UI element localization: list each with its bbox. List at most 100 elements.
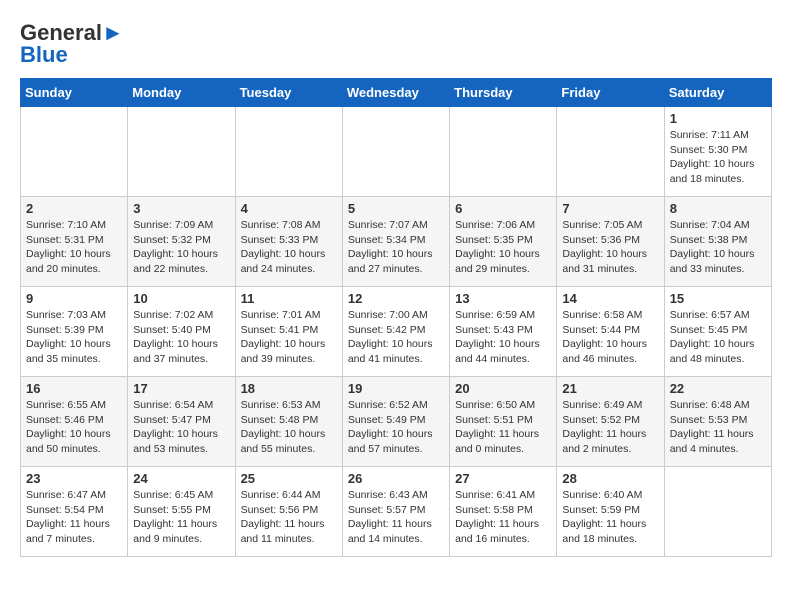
week-row-1: 1 Sunrise: 7:11 AM Sunset: 5:30 PM Daylig… bbox=[21, 107, 772, 197]
day-number: 1 bbox=[670, 111, 766, 126]
calendar-cell: 18 Sunrise: 6:53 AM Sunset: 5:48 PM Dayli… bbox=[235, 377, 342, 467]
day-info: Sunrise: 7:00 AM Sunset: 5:42 PM Dayligh… bbox=[348, 308, 444, 367]
header-saturday: Saturday bbox=[664, 79, 771, 107]
calendar-cell bbox=[450, 107, 557, 197]
day-info: Sunrise: 6:45 AM Sunset: 5:55 PM Dayligh… bbox=[133, 488, 229, 547]
day-info: Sunrise: 7:07 AM Sunset: 5:34 PM Dayligh… bbox=[348, 218, 444, 277]
calendar-cell bbox=[235, 107, 342, 197]
calendar-cell: 15 Sunrise: 6:57 AM Sunset: 5:45 PM Dayli… bbox=[664, 287, 771, 377]
week-row-4: 16 Sunrise: 6:55 AM Sunset: 5:46 PM Dayli… bbox=[21, 377, 772, 467]
calendar-cell: 22 Sunrise: 6:48 AM Sunset: 5:53 PM Dayli… bbox=[664, 377, 771, 467]
day-info: Sunrise: 7:11 AM Sunset: 5:30 PM Dayligh… bbox=[670, 128, 766, 187]
logo: General► Blue bbox=[20, 20, 124, 68]
day-info: Sunrise: 6:58 AM Sunset: 5:44 PM Dayligh… bbox=[562, 308, 658, 367]
day-info: Sunrise: 7:04 AM Sunset: 5:38 PM Dayligh… bbox=[670, 218, 766, 277]
day-number: 14 bbox=[562, 291, 658, 306]
day-number: 13 bbox=[455, 291, 551, 306]
calendar-cell: 9 Sunrise: 7:03 AM Sunset: 5:39 PM Daylig… bbox=[21, 287, 128, 377]
day-info: Sunrise: 6:57 AM Sunset: 5:45 PM Dayligh… bbox=[670, 308, 766, 367]
day-number: 11 bbox=[241, 291, 337, 306]
day-info: Sunrise: 6:44 AM Sunset: 5:56 PM Dayligh… bbox=[241, 488, 337, 547]
day-number: 19 bbox=[348, 381, 444, 396]
calendar-cell: 2 Sunrise: 7:10 AM Sunset: 5:31 PM Daylig… bbox=[21, 197, 128, 287]
day-number: 12 bbox=[348, 291, 444, 306]
day-info: Sunrise: 6:47 AM Sunset: 5:54 PM Dayligh… bbox=[26, 488, 122, 547]
calendar-cell: 17Sunrise: 6:54 AM Sunset: 5:47 PM Dayli… bbox=[128, 377, 235, 467]
calendar-cell: 10Sunrise: 7:02 AM Sunset: 5:40 PM Dayli… bbox=[128, 287, 235, 377]
day-number: 28 bbox=[562, 471, 658, 486]
day-number: 21 bbox=[562, 381, 658, 396]
header: General► Blue bbox=[20, 20, 772, 68]
day-number: 27 bbox=[455, 471, 551, 486]
day-number: 3 bbox=[133, 201, 229, 216]
day-number: 8 bbox=[670, 201, 766, 216]
calendar-cell: 14 Sunrise: 6:58 AM Sunset: 5:44 PM Dayli… bbox=[557, 287, 664, 377]
day-number: 20 bbox=[455, 381, 551, 396]
day-number: 26 bbox=[348, 471, 444, 486]
day-info: Sunrise: 6:50 AM Sunset: 5:51 PM Dayligh… bbox=[455, 398, 551, 457]
day-info: Sunrise: 7:01 AM Sunset: 5:41 PM Dayligh… bbox=[241, 308, 337, 367]
day-number: 18 bbox=[241, 381, 337, 396]
day-number: 2 bbox=[26, 201, 122, 216]
logo-blue-text: Blue bbox=[20, 42, 68, 68]
day-info: Sunrise: 7:10 AM Sunset: 5:31 PM Dayligh… bbox=[26, 218, 122, 277]
calendar-cell: 12 Sunrise: 7:00 AM Sunset: 5:42 PM Dayli… bbox=[342, 287, 449, 377]
day-number: 22 bbox=[670, 381, 766, 396]
day-number: 23 bbox=[26, 471, 122, 486]
day-info: Sunrise: 6:53 AM Sunset: 5:48 PM Dayligh… bbox=[241, 398, 337, 457]
calendar-cell bbox=[664, 467, 771, 557]
week-row-2: 2 Sunrise: 7:10 AM Sunset: 5:31 PM Daylig… bbox=[21, 197, 772, 287]
day-info: Sunrise: 7:06 AM Sunset: 5:35 PM Dayligh… bbox=[455, 218, 551, 277]
day-number: 6 bbox=[455, 201, 551, 216]
calendar-cell: 1 Sunrise: 7:11 AM Sunset: 5:30 PM Daylig… bbox=[664, 107, 771, 197]
day-info: Sunrise: 7:05 AM Sunset: 5:36 PM Dayligh… bbox=[562, 218, 658, 277]
calendar-cell: 19 Sunrise: 6:52 AM Sunset: 5:49 PM Dayli… bbox=[342, 377, 449, 467]
calendar-cell: 8 Sunrise: 7:04 AM Sunset: 5:38 PM Daylig… bbox=[664, 197, 771, 287]
calendar-cell: 25 Sunrise: 6:44 AM Sunset: 5:56 PM Dayli… bbox=[235, 467, 342, 557]
calendar-cell: 4 Sunrise: 7:08 AM Sunset: 5:33 PM Daylig… bbox=[235, 197, 342, 287]
calendar-cell: 28 Sunrise: 6:40 AM Sunset: 5:59 PM Dayli… bbox=[557, 467, 664, 557]
header-sunday: Sunday bbox=[21, 79, 128, 107]
calendar-table: SundayMondayTuesdayWednesdayThursdayFrid… bbox=[20, 78, 772, 557]
calendar-cell: 20 Sunrise: 6:50 AM Sunset: 5:51 PM Dayli… bbox=[450, 377, 557, 467]
day-info: Sunrise: 7:09 AM Sunset: 5:32 PM Dayligh… bbox=[133, 218, 229, 277]
calendar-cell: 26 Sunrise: 6:43 AM Sunset: 5:57 PM Dayli… bbox=[342, 467, 449, 557]
day-number: 25 bbox=[241, 471, 337, 486]
calendar-cell: 11 Sunrise: 7:01 AM Sunset: 5:41 PM Dayli… bbox=[235, 287, 342, 377]
calendar-cell bbox=[557, 107, 664, 197]
day-info: Sunrise: 6:41 AM Sunset: 5:58 PM Dayligh… bbox=[455, 488, 551, 547]
day-number: 10 bbox=[133, 291, 229, 306]
week-row-5: 23 Sunrise: 6:47 AM Sunset: 5:54 PM Dayli… bbox=[21, 467, 772, 557]
day-number: 5 bbox=[348, 201, 444, 216]
calendar-cell: 23 Sunrise: 6:47 AM Sunset: 5:54 PM Dayli… bbox=[21, 467, 128, 557]
calendar-header-row: SundayMondayTuesdayWednesdayThursdayFrid… bbox=[21, 79, 772, 107]
day-info: Sunrise: 6:52 AM Sunset: 5:49 PM Dayligh… bbox=[348, 398, 444, 457]
day-number: 15 bbox=[670, 291, 766, 306]
day-number: 17 bbox=[133, 381, 229, 396]
calendar-cell: 6 Sunrise: 7:06 AM Sunset: 5:35 PM Daylig… bbox=[450, 197, 557, 287]
week-row-3: 9 Sunrise: 7:03 AM Sunset: 5:39 PM Daylig… bbox=[21, 287, 772, 377]
header-thursday: Thursday bbox=[450, 79, 557, 107]
calendar-cell bbox=[21, 107, 128, 197]
day-info: Sunrise: 6:49 AM Sunset: 5:52 PM Dayligh… bbox=[562, 398, 658, 457]
calendar-cell: 7Sunrise: 7:05 AM Sunset: 5:36 PM Daylig… bbox=[557, 197, 664, 287]
day-number: 9 bbox=[26, 291, 122, 306]
day-info: Sunrise: 7:08 AM Sunset: 5:33 PM Dayligh… bbox=[241, 218, 337, 277]
day-info: Sunrise: 6:55 AM Sunset: 5:46 PM Dayligh… bbox=[26, 398, 122, 457]
calendar-cell: 24 Sunrise: 6:45 AM Sunset: 5:55 PM Dayli… bbox=[128, 467, 235, 557]
day-number: 24 bbox=[133, 471, 229, 486]
day-info: Sunrise: 6:43 AM Sunset: 5:57 PM Dayligh… bbox=[348, 488, 444, 547]
day-number: 16 bbox=[26, 381, 122, 396]
calendar-cell: 27 Sunrise: 6:41 AM Sunset: 5:58 PM Dayli… bbox=[450, 467, 557, 557]
day-info: Sunrise: 6:40 AM Sunset: 5:59 PM Dayligh… bbox=[562, 488, 658, 547]
header-wednesday: Wednesday bbox=[342, 79, 449, 107]
day-info: Sunrise: 6:48 AM Sunset: 5:53 PM Dayligh… bbox=[670, 398, 766, 457]
calendar-cell bbox=[342, 107, 449, 197]
header-tuesday: Tuesday bbox=[235, 79, 342, 107]
day-info: Sunrise: 7:03 AM Sunset: 5:39 PM Dayligh… bbox=[26, 308, 122, 367]
calendar-cell bbox=[128, 107, 235, 197]
header-monday: Monday bbox=[128, 79, 235, 107]
calendar-cell: 5 Sunrise: 7:07 AM Sunset: 5:34 PM Daylig… bbox=[342, 197, 449, 287]
calendar-cell: 3 Sunrise: 7:09 AM Sunset: 5:32 PM Daylig… bbox=[128, 197, 235, 287]
day-number: 4 bbox=[241, 201, 337, 216]
